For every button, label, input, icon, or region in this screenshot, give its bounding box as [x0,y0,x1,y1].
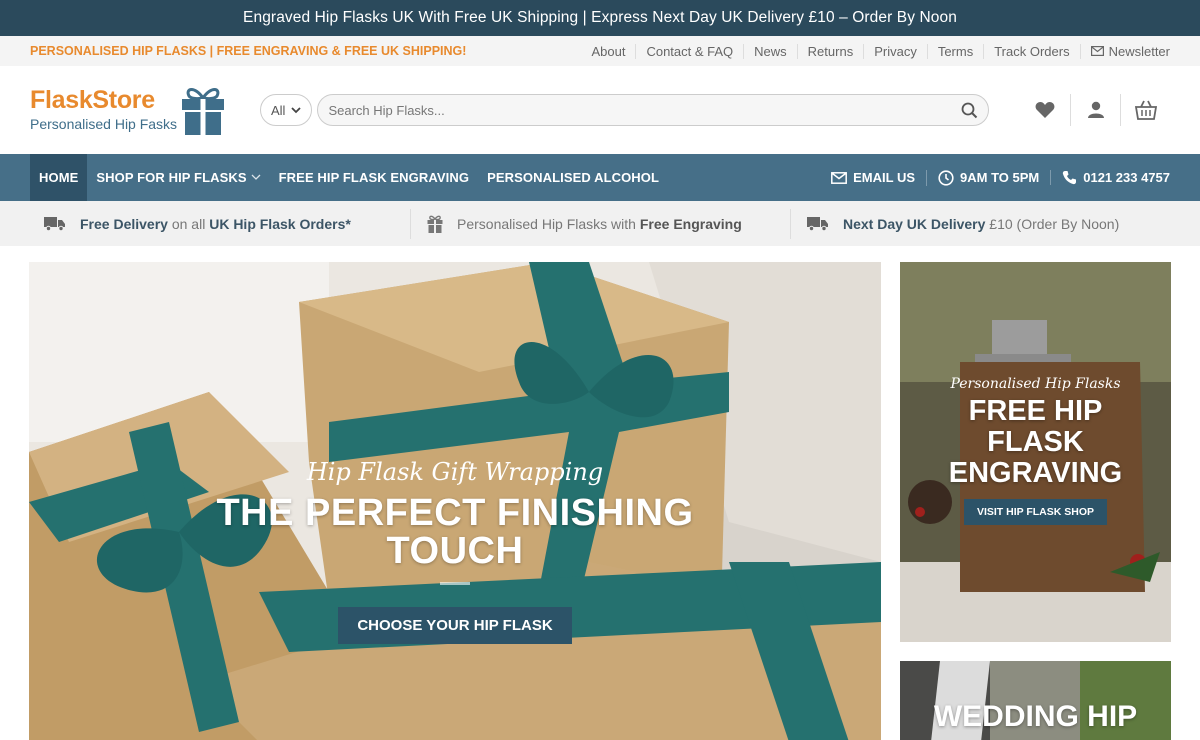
link-track-orders[interactable]: Track Orders [983,43,1079,59]
email-us-label: EMAIL US [853,170,916,185]
search-input[interactable] [328,102,962,118]
nav-home[interactable]: HOME [30,154,88,201]
search-field [317,94,990,126]
hours-label: 9AM TO 5PM [960,170,1040,185]
feature-2-bold: Free Engraving [639,215,742,232]
search-area: All [260,94,990,126]
hero-title: THE PERFECT FINISHING TOUCH [29,494,881,570]
nav-shop-hip-flasks[interactable]: SHOP FOR HIP FLASKS [87,154,269,201]
header-icons [1020,94,1170,126]
feature-1-text: on all [167,215,210,232]
engraving-text: Personalised Hip Flasks FREE HIP FLASK E… [900,376,1171,525]
email-us-link[interactable]: EMAIL US [820,170,926,185]
hero-title-line-1: THE PERFECT FINISHING [216,492,694,534]
feature-free-delivery: Free Delivery on all UK Hip Flask Orders… [30,209,410,239]
search-icon[interactable] [961,102,978,119]
visit-hip-flask-shop-button[interactable]: VISIT HIP FLASK SHOP [963,499,1108,525]
heart-icon [1035,102,1055,118]
engraving-script: Personalised Hip Flasks [950,376,1121,392]
utility-bar: PERSONALISED HIP FLASKS | FREE ENGRAVING… [0,36,1200,66]
main-nav: HOME SHOP FOR HIP FLASKS FREE HIP FLASK … [0,154,1200,201]
link-privacy[interactable]: Privacy [863,43,927,59]
hero-banner[interactable]: Hip Flask Gift Wrapping THE PERFECT FINI… [29,262,881,740]
truck-icon [807,217,828,231]
features-bar: Free Delivery on all UK Hip Flask Orders… [0,201,1200,246]
promo-text: PERSONALISED HIP FLASKS | FREE ENGRAVING… [30,44,467,58]
clock-icon [938,169,954,186]
chevron-down-icon [251,174,261,180]
link-contact-faq[interactable]: Contact & FAQ [635,43,743,59]
nav-shop-label: SHOP FOR HIP FLASKS [96,170,247,185]
gift-icon [427,215,443,233]
nav-contact: EMAIL US 9AM TO 5PM 0121 233 4757 [820,169,1170,186]
hero-text: Hip Flask Gift Wrapping THE PERFECT FINI… [29,458,881,644]
logo-tagline: Personalised Hip Fasks [30,116,178,132]
announcement-bar: Engraved Hip Flasks UK With Free UK Ship… [0,0,1200,36]
logo[interactable]: FlaskStore Personalised Hip Fasks [30,84,260,136]
engraving-title-line-2: FLASK [987,426,1084,458]
engraving-title-line-1: FREE HIP [968,395,1103,427]
basket-button[interactable] [1120,94,1170,126]
wedding-banner[interactable]: WEDDING HIP [900,661,1171,740]
chevron-down-icon [291,106,302,113]
category-select[interactable]: All [260,94,313,126]
wishlist-button[interactable] [1020,94,1070,126]
nav-free-engraving[interactable]: FREE HIP FLASK ENGRAVING [270,154,478,201]
engraving-title: FREE HIP FLASK ENGRAVING [900,396,1171,489]
site-header: FlaskStore Personalised Hip Fasks All [0,66,1200,154]
envelope-icon [1090,46,1104,56]
gift-logo-icon [182,88,225,135]
link-newsletter[interactable]: Newsletter [1079,43,1170,59]
engraving-banner[interactable]: Personalised Hip Flasks FREE HIP FLASK E… [900,262,1171,642]
link-about[interactable]: About [581,44,635,59]
phone-icon [1063,171,1077,185]
announcement-text: Engraved Hip Flasks UK With Free UK Ship… [243,9,957,26]
nav-personalised-alcohol[interactable]: PERSONALISED ALCOHOL [478,154,668,201]
envelope-icon [831,171,848,184]
hero-script: Hip Flask Gift Wrapping [306,458,604,486]
basket-icon [1134,100,1157,120]
opening-hours: 9AM TO 5PM [926,169,1050,186]
newsletter-label: Newsletter [1108,43,1170,59]
truck-icon [44,217,65,231]
choose-hip-flask-button[interactable]: CHOOSE YOUR HIP FLASK [338,607,572,644]
feature-next-day: Next Day UK Delivery £10 (Order By Noon) [790,208,1120,239]
phone-link[interactable]: 0121 233 4757 [1050,170,1170,185]
hero-divider [440,582,470,585]
feature-free-engraving: Personalised Hip Flasks with Free Engrav… [410,208,790,239]
account-button[interactable] [1070,94,1120,126]
feature-1-bold-2: UK Hip Flask Orders* [209,215,351,232]
utility-links: About Contact & FAQ News Returns Privacy… [581,43,1170,59]
category-value: All [271,102,286,118]
logo-brand: FlaskStore [30,86,155,114]
feature-3-text: £10 (Order By Noon) [985,215,1120,232]
link-news[interactable]: News [743,43,797,59]
feature-1-bold: Free Delivery [80,215,168,232]
user-icon [1087,101,1104,118]
feature-2-text: Personalised Hip Flasks with [457,215,640,232]
wedding-title: WEDDING HIP [933,700,1138,733]
engraving-title-line-3: ENGRAVING [948,457,1123,489]
hero-title-line-2: TOUCH [386,530,524,572]
link-returns[interactable]: Returns [796,43,864,59]
feature-3-bold: Next Day UK Delivery [843,215,986,232]
phone-label: 0121 233 4757 [1083,170,1170,185]
link-terms[interactable]: Terms [926,43,983,59]
